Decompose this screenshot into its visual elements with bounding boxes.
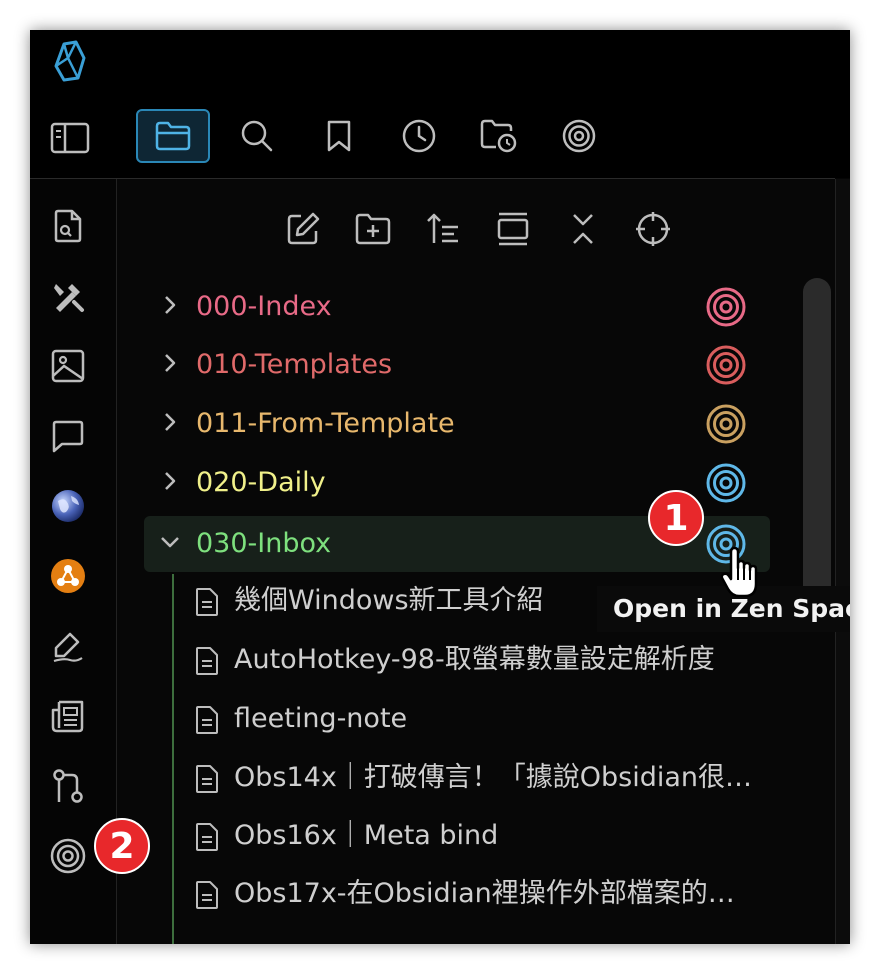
collapse-all-button[interactable] bbox=[561, 207, 605, 251]
collapse-all-icon bbox=[573, 214, 593, 244]
file-icon bbox=[196, 588, 218, 616]
file-icon bbox=[196, 706, 218, 734]
target-icon bbox=[562, 119, 596, 153]
folder-clock-icon bbox=[480, 119, 517, 153]
file-row[interactable]: Obs16x｜Meta bind bbox=[190, 812, 800, 862]
image-icon bbox=[51, 349, 85, 383]
file-label: 幾個Windows新工具介紹 bbox=[234, 585, 544, 616]
new-folder-button[interactable] bbox=[351, 207, 395, 251]
file-icon bbox=[196, 881, 218, 909]
tools-icon bbox=[54, 284, 84, 312]
ribbon-globe[interactable] bbox=[46, 484, 90, 528]
bookmark-icon bbox=[327, 120, 351, 152]
file-label: Obs16x｜Meta bind bbox=[234, 820, 499, 851]
ribbon-newspaper[interactable] bbox=[46, 694, 90, 738]
step-badge-1: 1 bbox=[648, 490, 704, 546]
reveal-file-button[interactable] bbox=[631, 207, 675, 251]
file-icon bbox=[196, 823, 218, 851]
zen-space-target-icon[interactable] bbox=[704, 285, 748, 329]
collapse-view-icon bbox=[497, 212, 529, 246]
folder-label: 011-From-Template bbox=[196, 408, 455, 439]
folder-label: 020-Daily bbox=[196, 467, 326, 498]
message-icon bbox=[52, 420, 84, 453]
file-icon bbox=[196, 647, 218, 675]
top-bar bbox=[30, 30, 850, 178]
git-icon bbox=[53, 769, 83, 803]
new-folder-icon bbox=[355, 213, 391, 245]
ribbon-git[interactable] bbox=[46, 764, 90, 808]
search-icon bbox=[241, 120, 273, 152]
file-row[interactable]: AutoHotkey-98-取螢幕數量設定解析度 bbox=[190, 636, 800, 686]
chevron-down-icon bbox=[161, 537, 179, 548]
chevron-right-icon bbox=[165, 354, 176, 372]
folder-row-011-from-template[interactable]: 011-From-Template bbox=[144, 396, 770, 452]
tab-zen-space[interactable] bbox=[542, 109, 616, 163]
hand-cursor-icon bbox=[720, 546, 758, 598]
indent-guide bbox=[172, 574, 174, 944]
sort-icon bbox=[427, 213, 458, 243]
new-note-button[interactable] bbox=[281, 207, 325, 251]
sidebar-icon bbox=[50, 122, 90, 154]
folder-row-000-index[interactable]: 000-Index bbox=[144, 279, 770, 335]
reveal-icon bbox=[636, 212, 670, 246]
obsidian-window: 000-Index 010-Templates 011-From-Templat… bbox=[30, 30, 850, 944]
tab-files[interactable] bbox=[136, 109, 210, 163]
folder-label: 030-Inbox bbox=[196, 528, 332, 559]
ribbon-chat[interactable] bbox=[46, 414, 90, 458]
file-label: AutoHotkey-98-取螢幕數量設定解析度 bbox=[234, 644, 715, 675]
tab-recent-folders[interactable] bbox=[462, 109, 536, 163]
zen-space-target-icon[interactable] bbox=[704, 461, 748, 505]
scrollbar[interactable] bbox=[803, 278, 831, 623]
tab-recent[interactable] bbox=[382, 109, 456, 163]
sign-icon bbox=[53, 632, 83, 663]
ribbon-network[interactable] bbox=[46, 554, 90, 598]
chevron-right-icon bbox=[165, 413, 176, 431]
sidebar-toggle-button[interactable] bbox=[48, 118, 92, 158]
ribbon-file-search[interactable] bbox=[46, 204, 90, 248]
auto-reveal-button[interactable] bbox=[491, 207, 535, 251]
tab-bookmarks[interactable] bbox=[302, 109, 376, 163]
step-badge-2: 2 bbox=[94, 818, 150, 874]
file-row[interactable]: Obs14x｜打破傳言！「據說Obsidian很… bbox=[190, 754, 800, 804]
sort-button[interactable] bbox=[421, 207, 465, 251]
chevron-right-icon bbox=[165, 472, 176, 490]
panel-edge bbox=[835, 179, 850, 944]
clock-icon bbox=[402, 119, 436, 153]
folder-icon bbox=[155, 121, 191, 151]
tab-search[interactable] bbox=[220, 109, 294, 163]
file-row[interactable]: Obs17x-在Obsidian裡操作外部檔案的… bbox=[190, 870, 800, 920]
file-label: Obs17x-在Obsidian裡操作外部檔案的… bbox=[234, 878, 735, 909]
chevron-right-icon bbox=[165, 296, 176, 314]
file-row[interactable]: fleeting-note bbox=[190, 695, 800, 745]
file-search-icon bbox=[54, 209, 82, 243]
zen-space-target-icon[interactable] bbox=[704, 402, 748, 446]
file-label: fleeting-note bbox=[234, 703, 408, 734]
file-label: Obs14x｜打破傳言！「據說Obsidian很… bbox=[234, 762, 753, 793]
ribbon-image[interactable] bbox=[46, 344, 90, 388]
file-icon bbox=[196, 765, 218, 793]
ribbon-sign[interactable] bbox=[46, 624, 90, 668]
target-icon bbox=[50, 838, 86, 874]
ribbon-tools[interactable] bbox=[46, 274, 90, 318]
globe-icon bbox=[52, 490, 84, 522]
network-icon bbox=[51, 559, 85, 593]
obsidian-logo bbox=[50, 40, 90, 82]
zen-space-target-icon[interactable] bbox=[704, 343, 748, 387]
folder-label: 000-Index bbox=[196, 291, 332, 322]
new-note-icon bbox=[287, 212, 320, 245]
folder-row-010-templates[interactable]: 010-Templates bbox=[144, 337, 770, 393]
ribbon-zen-space[interactable] bbox=[46, 834, 90, 878]
folder-label: 010-Templates bbox=[196, 349, 393, 380]
newspaper-icon bbox=[51, 700, 84, 733]
